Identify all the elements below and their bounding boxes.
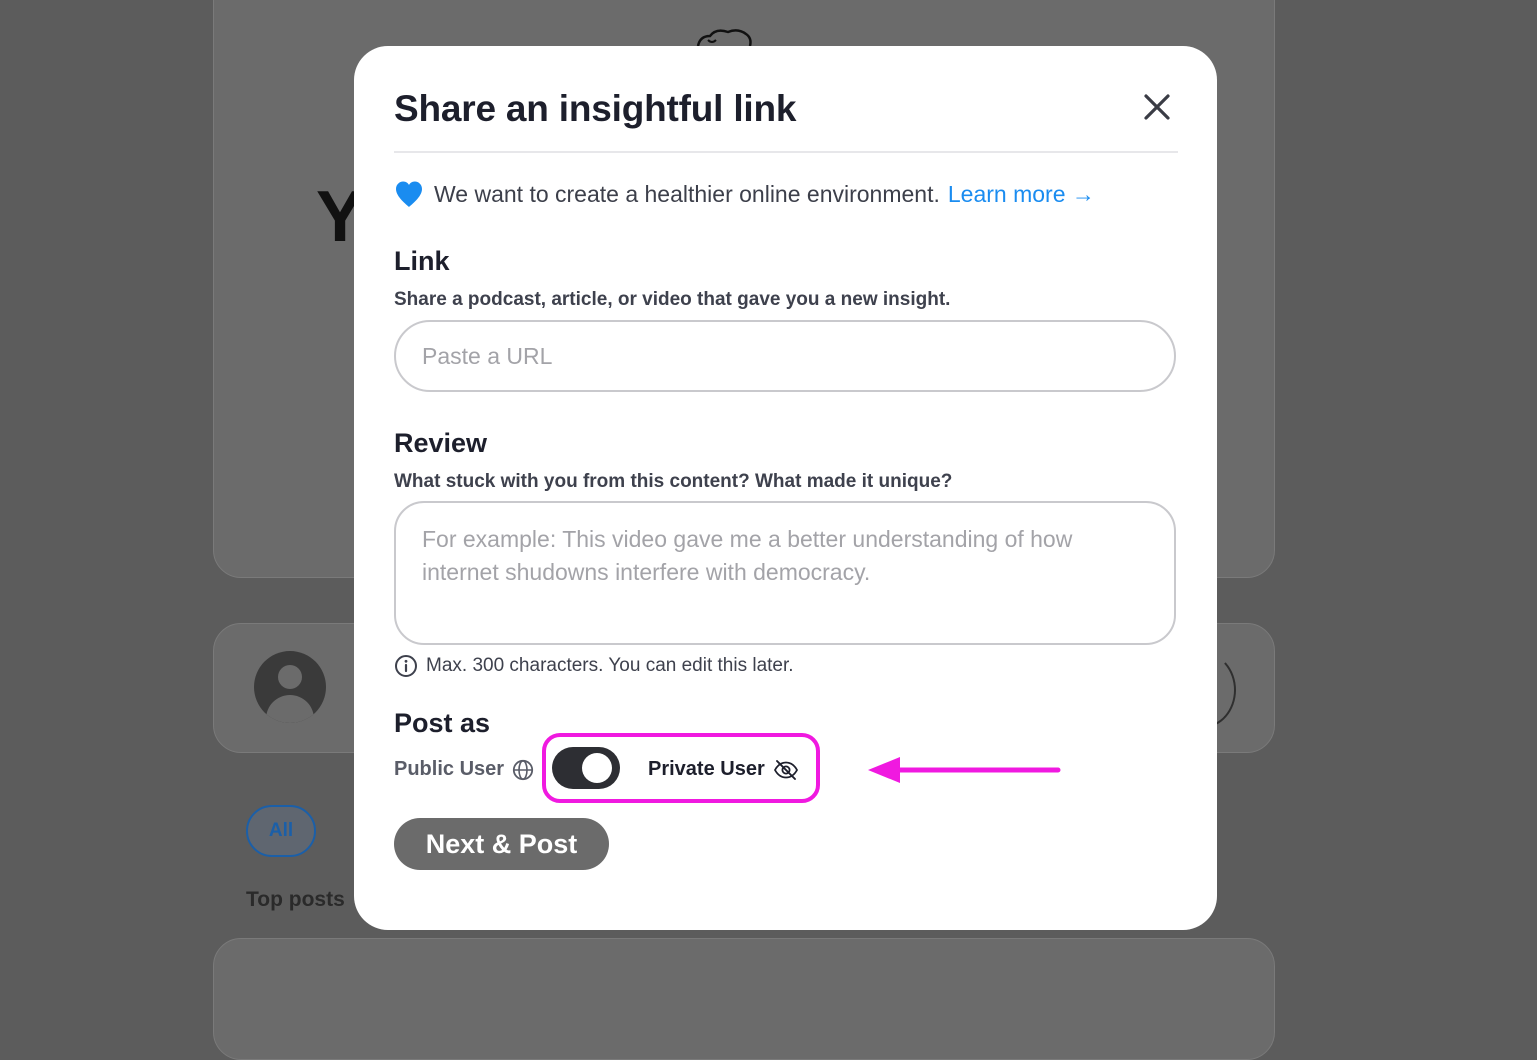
- learn-more-link[interactable]: Learn more →: [948, 181, 1095, 208]
- background-card: [213, 938, 1275, 1060]
- public-user-label: Public User: [394, 758, 505, 780]
- filter-all-button: All: [246, 805, 316, 857]
- hint-text: Max. 300 characters. You can edit this l…: [426, 655, 794, 676]
- review-section-label: Review: [394, 428, 488, 458]
- review-help-text: What stuck with you from this content? W…: [394, 471, 953, 492]
- character-limit-hint: Max. 300 characters. You can edit this l…: [394, 654, 794, 678]
- annotation-highlight-box: [542, 733, 820, 803]
- review-textarea[interactable]: [394, 501, 1176, 645]
- divider: [394, 151, 1178, 153]
- post-as-label: Post as: [394, 708, 491, 738]
- public-user-option[interactable]: Public User: [394, 758, 534, 781]
- modal-title: Share an insightful link: [394, 88, 797, 129]
- link-section-label: Link: [394, 246, 450, 276]
- heart-icon: [396, 181, 422, 207]
- notice-banner: We want to create a healthier online env…: [394, 180, 1095, 208]
- url-input[interactable]: [394, 320, 1176, 392]
- info-icon: [395, 655, 417, 677]
- avatar: [254, 651, 326, 723]
- close-button[interactable]: [1140, 90, 1174, 124]
- top-posts-label: Top posts: [246, 888, 345, 911]
- notice-text: We want to create a healthier online env…: [434, 180, 940, 207]
- annotation-arrow-icon: [868, 757, 1061, 783]
- link-help-text: Share a podcast, article, or video that …: [394, 289, 951, 310]
- globe-icon: [512, 759, 534, 780]
- next-and-post-button[interactable]: Next & Post: [394, 818, 609, 870]
- close-icon: [1144, 94, 1170, 120]
